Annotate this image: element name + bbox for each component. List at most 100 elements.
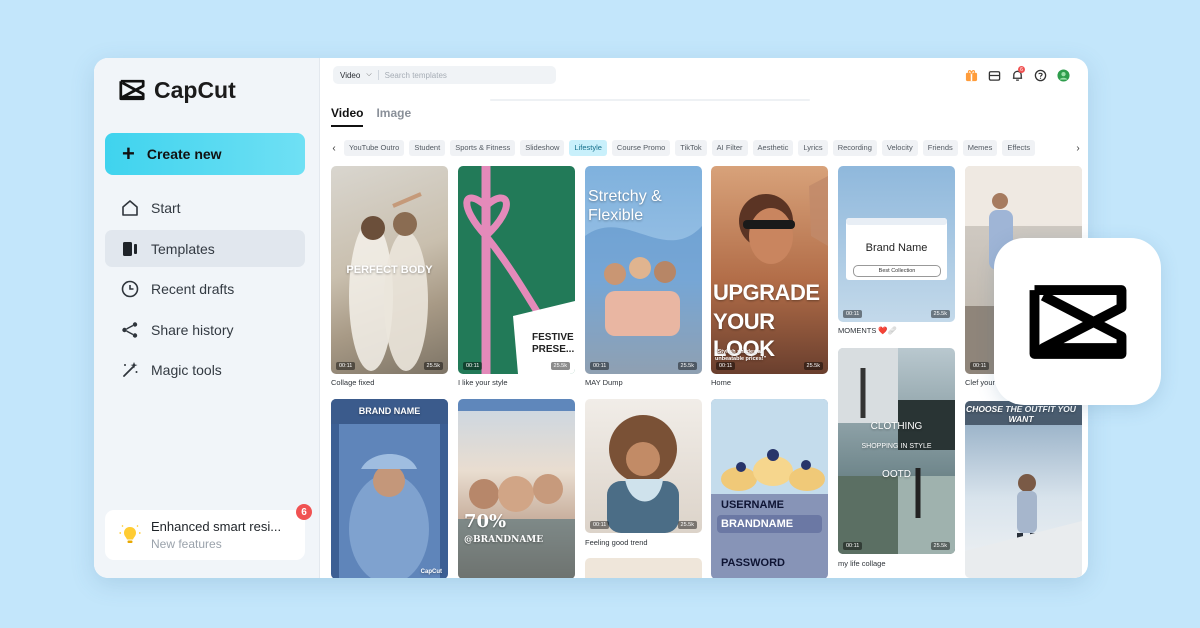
category-chip[interactable]: Lyrics — [798, 140, 828, 156]
search-bar[interactable]: Video ⌵ — [333, 66, 556, 84]
template-likes: 25.5k — [550, 362, 570, 370]
create-new-button[interactable]: + Create new — [105, 133, 305, 175]
category-chip[interactable]: YouTube Outro — [344, 140, 405, 156]
template-overlay-text: BRAND NAME — [358, 406, 421, 416]
tab-image[interactable]: Image — [376, 106, 411, 127]
template-overlay-line1: UPGRADE — [713, 280, 820, 305]
search-type-select[interactable]: Video — [340, 71, 360, 80]
template-likes: 25.5k — [423, 362, 443, 370]
category-chip[interactable]: TikTok — [675, 140, 707, 156]
category-chip[interactable]: AI Filter — [711, 140, 748, 156]
category-chip[interactable]: Lifestyle — [569, 140, 607, 156]
template-caption: Home — [711, 378, 732, 387]
plus-icon: + — [122, 141, 135, 166]
chevron-down-icon[interactable]: ⌵ — [366, 71, 371, 79]
template-card[interactable]: 00:11 25.5k — [585, 399, 702, 533]
lightbulb-icon — [119, 525, 141, 543]
category-chip[interactable]: Velocity — [881, 140, 918, 156]
template-caption: Feeling good trend — [585, 538, 648, 547]
template-card[interactable]: 70% @BRANDNAME — [458, 399, 575, 578]
sidebar-item-label: Start — [151, 199, 181, 216]
category-chip[interactable]: Student — [409, 140, 446, 156]
sidebar-item-label: Share history — [151, 321, 234, 338]
content-tabs: Video Image — [331, 106, 424, 127]
template-duration: 00:11 — [716, 362, 736, 370]
template-card[interactable]: Brand Name Best Collection 00:11 25.5k — [838, 166, 955, 322]
template-card[interactable]: FESTIVE PRESE... 00:11 25.5k — [458, 166, 575, 374]
promo-badge: 6 — [296, 504, 312, 520]
category-chip[interactable]: Sports & Fitness — [450, 140, 516, 156]
template-duration: 00:11 — [590, 521, 610, 529]
category-chip[interactable]: Slideshow — [520, 140, 565, 156]
template-card[interactable] — [585, 558, 702, 578]
category-chip[interactable]: Aesthetic — [752, 140, 794, 156]
template-grid: PERFECT BODY 00:11 25.5k Collage fixed B… — [320, 166, 1088, 578]
template-thumbnail — [838, 348, 955, 554]
capcut-brand-badge — [994, 238, 1161, 405]
template-thumbnail — [607, 415, 679, 533]
template-card[interactable]: CHOOSE THE OUTFIT YOU WANT — [965, 401, 1082, 578]
chevron-right-icon[interactable]: › — [1072, 140, 1084, 156]
sidebar-item-share-history[interactable]: Share history — [105, 311, 305, 348]
create-new-label: Create new — [146, 146, 222, 162]
template-label-username: USERNAME — [721, 499, 784, 511]
sidebar-item-label: Magic tools — [151, 361, 222, 378]
category-chip[interactable]: Course Promo — [611, 140, 671, 156]
sidebar-item-start[interactable]: Start — [105, 189, 305, 226]
avatar[interactable] — [1055, 67, 1072, 84]
help-icon — [1034, 69, 1047, 82]
header-actions: 6 — [957, 66, 1072, 84]
app-logo[interactable]: CapCut — [116, 76, 236, 104]
help-button[interactable] — [1032, 67, 1049, 84]
tab-video[interactable]: Video — [331, 106, 364, 127]
category-chip[interactable]: Effects — [1002, 140, 1036, 156]
notifications-button[interactable]: 6 — [1009, 66, 1026, 84]
notification-badge: 6 — [1018, 66, 1025, 73]
template-overlay-ootd: OOTD — [882, 469, 911, 480]
template-duration: 00:11 — [336, 362, 356, 370]
category-chip[interactable]: Recording — [832, 140, 877, 156]
app-name: CapCut — [154, 76, 236, 103]
template-overlay-text: FESTIVE PRESE... — [532, 332, 575, 355]
home-icon — [122, 199, 138, 216]
template-card[interactable]: UPGRADE YOUR LOOK "Stylish shades at unb… — [711, 166, 828, 374]
template-thumbnail — [458, 399, 575, 578]
template-caption: Collage fixed — [331, 378, 375, 387]
template-duration: 00:11 — [590, 362, 610, 370]
template-duration: 00:11 — [843, 542, 863, 550]
main-content: Video ⌵ 6 Video Im — [320, 58, 1088, 578]
search-input[interactable] — [384, 70, 535, 80]
template-overlay-clothing: CLOTHING — [870, 421, 923, 432]
sidebar-item-templates[interactable]: Templates — [105, 230, 305, 267]
gift-icon — [965, 70, 978, 82]
template-card[interactable]: BRAND NAME CapCut — [331, 399, 448, 578]
sidebar-item-magic-tools[interactable]: Magic tools — [105, 351, 305, 388]
template-likes: 25.5k — [677, 521, 697, 529]
header-scroll-indicator — [490, 99, 810, 101]
template-label-password: PASSWORD — [721, 557, 785, 569]
template-card[interactable]: PERFECT BODY 00:11 25.5k — [331, 166, 448, 374]
share-icon — [122, 321, 138, 338]
template-duration: 00:11 — [463, 362, 483, 370]
template-caption: my life collage — [838, 559, 886, 568]
promo-title: Enhanced smart resi... — [151, 519, 282, 534]
gift-button[interactable] — [963, 67, 980, 84]
template-card[interactable]: CLOTHING SHOPPING IN STYLE OOTD 00:11 25… — [838, 348, 955, 554]
template-card[interactable]: Stretchy & Flexible 00:11 25.5k — [585, 166, 702, 374]
template-overlay-text: CHOOSE THE OUTFIT YOU WANT — [966, 404, 1076, 424]
template-card[interactable]: USERNAME BRANDNAME PASSWORD — [711, 399, 828, 578]
template-overlay-sub: "Stylish shades at unbeatable prices!" — [715, 349, 767, 362]
templates-icon — [123, 241, 137, 256]
storage-button[interactable] — [986, 67, 1003, 84]
category-chip[interactable]: Memes — [962, 140, 998, 156]
category-chip[interactable]: Friends — [922, 140, 958, 156]
template-thumbnail — [331, 399, 448, 578]
template-input-box: BRANDNAME — [717, 515, 822, 533]
magic-wand-icon — [123, 361, 138, 377]
promo-card[interactable]: Enhanced smart resi... New features 6 — [105, 504, 312, 560]
template-likes: 25.5k — [677, 362, 697, 370]
promo-subtitle: New features — [151, 537, 222, 551]
chevron-left-icon[interactable]: ‹ — [328, 140, 340, 156]
sidebar-item-recent-drafts[interactable]: Recent drafts — [105, 270, 305, 307]
template-value-brandname: BRANDNAME — [721, 518, 794, 530]
